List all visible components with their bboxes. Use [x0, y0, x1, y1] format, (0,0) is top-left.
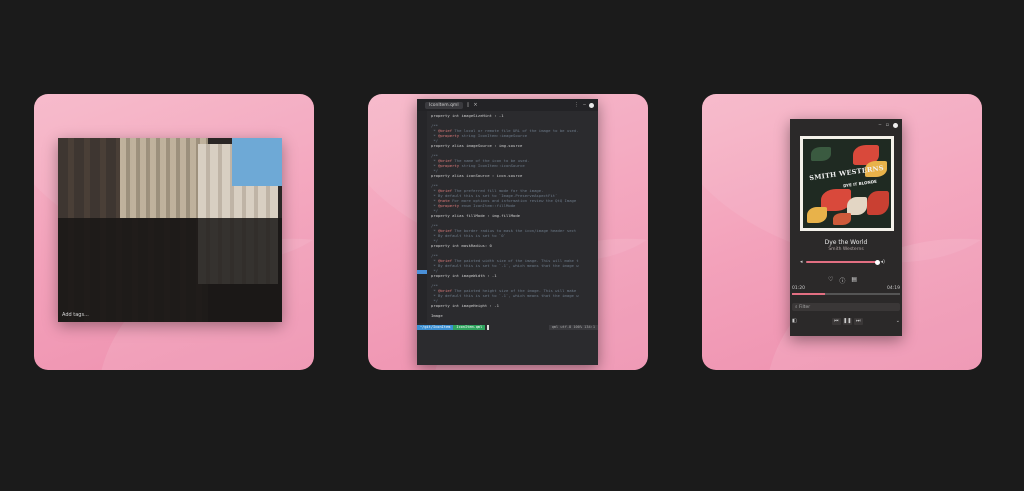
pause-button[interactable]: ❚❚ — [842, 317, 852, 325]
volume-control[interactable]: ◂ ◂) — [800, 259, 894, 265]
seek-progress — [792, 293, 826, 295]
status-file: IconItem.qml — [453, 325, 486, 330]
album-title: DYE IT BLONDE — [842, 178, 878, 189]
split-view-icon[interactable]: ▯ — [467, 102, 470, 108]
minimize-icon[interactable]: ‒ — [878, 122, 881, 128]
album-cover: SMITH WESTERNS DYE IT BLONDE — [800, 136, 894, 231]
tab-iconitem[interactable]: IconItem.qml — [425, 101, 463, 109]
heart-icon[interactable]: ♡ — [828, 276, 833, 285]
add-tags-label[interactable]: Add tags... — [62, 312, 89, 318]
playback-controls: ◧ ⏮ ❚❚ ⏭ ⌄ — [792, 316, 900, 326]
status-info: qml utf-8 100% 134:1 — [548, 325, 598, 330]
photo-building-lit — [120, 138, 208, 218]
music-player-card: ‒ ▫ SMITH WESTERNS DYE IT BLONDE Dye the… — [702, 94, 982, 370]
photo-sky — [232, 138, 282, 186]
menu-icon[interactable]: ⋮ — [574, 102, 579, 108]
line-number-gutter — [417, 111, 427, 323]
code-line: * By default this is set to `-1`, which … — [431, 293, 579, 298]
editor-titlebar: IconItem.qml ▯ × ⋮ ‒ — [417, 99, 598, 111]
photo-shadow — [58, 218, 282, 322]
close-window-icon[interactable] — [893, 122, 898, 128]
music-player-window[interactable]: ‒ ▫ SMITH WESTERNS DYE IT BLONDE Dye the… — [790, 119, 902, 336]
minimize-icon[interactable]: ‒ — [583, 102, 586, 108]
close-window-icon[interactable] — [589, 102, 594, 108]
track-actions: ♡ ⓘ ▤ — [828, 276, 857, 285]
time-total: 04:19 — [887, 286, 900, 291]
next-button[interactable]: ⏭ — [853, 317, 863, 325]
photo-viewer-card: Add tags... — [34, 94, 314, 370]
time-elapsed: 01:20 — [792, 286, 805, 291]
code-editor-window[interactable]: IconItem.qml ▯ × ⋮ ‒ property int imageS… — [417, 99, 598, 365]
code-line: * By default this is set to `-1`, which … — [431, 263, 579, 268]
status-path: ~/git/IconItem — [417, 325, 454, 330]
info-icon[interactable]: ⓘ — [839, 276, 845, 285]
sidebar-toggle-icon[interactable]: ◧ — [792, 318, 797, 324]
filter-input[interactable]: ⌕ Filter — [792, 303, 900, 311]
code-text-area[interactable]: property int imageSizeHint : -1 /** * @b… — [431, 113, 595, 323]
chevron-down-icon[interactable]: ⌄ — [896, 318, 900, 324]
text-cursor — [487, 325, 490, 330]
photo-viewer-window[interactable]: Add tags... — [58, 138, 282, 322]
maximize-icon[interactable]: ▫ — [886, 122, 889, 128]
time-readout: 01:20 04:19 — [792, 286, 900, 291]
editor-statusline: ~/git/IconItem IconItem.qml qml utf-8 10… — [417, 325, 598, 330]
track-artist: Smith Westerns — [828, 247, 864, 252]
seek-bar[interactable] — [792, 293, 900, 295]
previous-button[interactable]: ⏮ — [831, 317, 841, 325]
volume-high-icon: ◂) — [880, 259, 885, 265]
volume-slider[interactable] — [805, 259, 880, 265]
track-title: Dye the World — [824, 239, 868, 246]
close-tab-icon[interactable]: × — [473, 102, 477, 108]
volume-low-icon: ◂ — [800, 259, 803, 265]
document-icon[interactable]: ▤ — [851, 276, 857, 285]
code-line: Image — [431, 313, 443, 318]
player-titlebar: ‒ ▫ — [790, 119, 902, 131]
current-line-marker — [417, 270, 427, 274]
code-editor-card: IconItem.qml ▯ × ⋮ ‒ property int imageS… — [368, 94, 648, 370]
filter-placeholder: Filter — [798, 304, 811, 310]
album-art: SMITH WESTERNS DYE IT BLONDE — [803, 139, 891, 228]
